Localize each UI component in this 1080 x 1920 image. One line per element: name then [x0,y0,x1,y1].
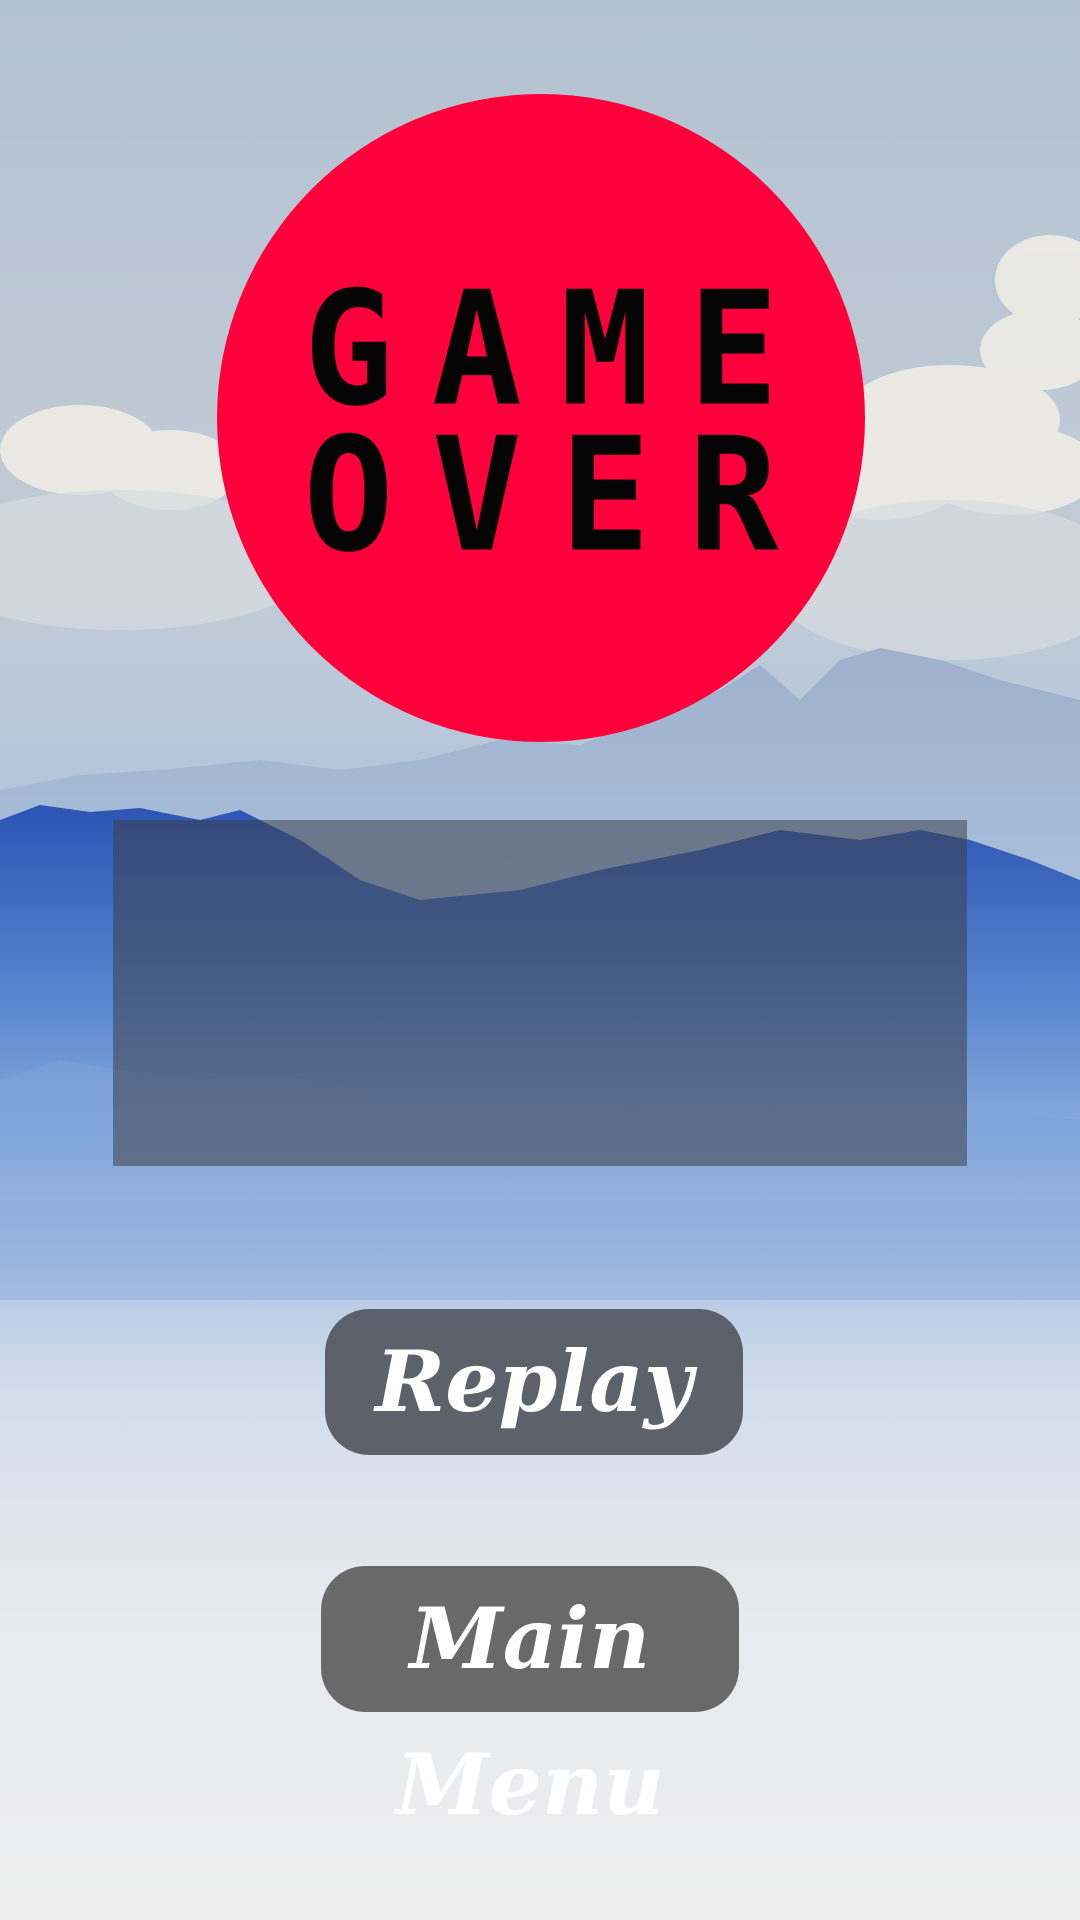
replay-button[interactable]: Replay [325,1309,743,1455]
main-menu-button[interactable]: Main Menu [321,1566,739,1834]
game-over-badge: GAME OVER [217,94,865,742]
score-panel [113,820,967,1166]
game-over-title-line2: OVER [303,404,817,588]
